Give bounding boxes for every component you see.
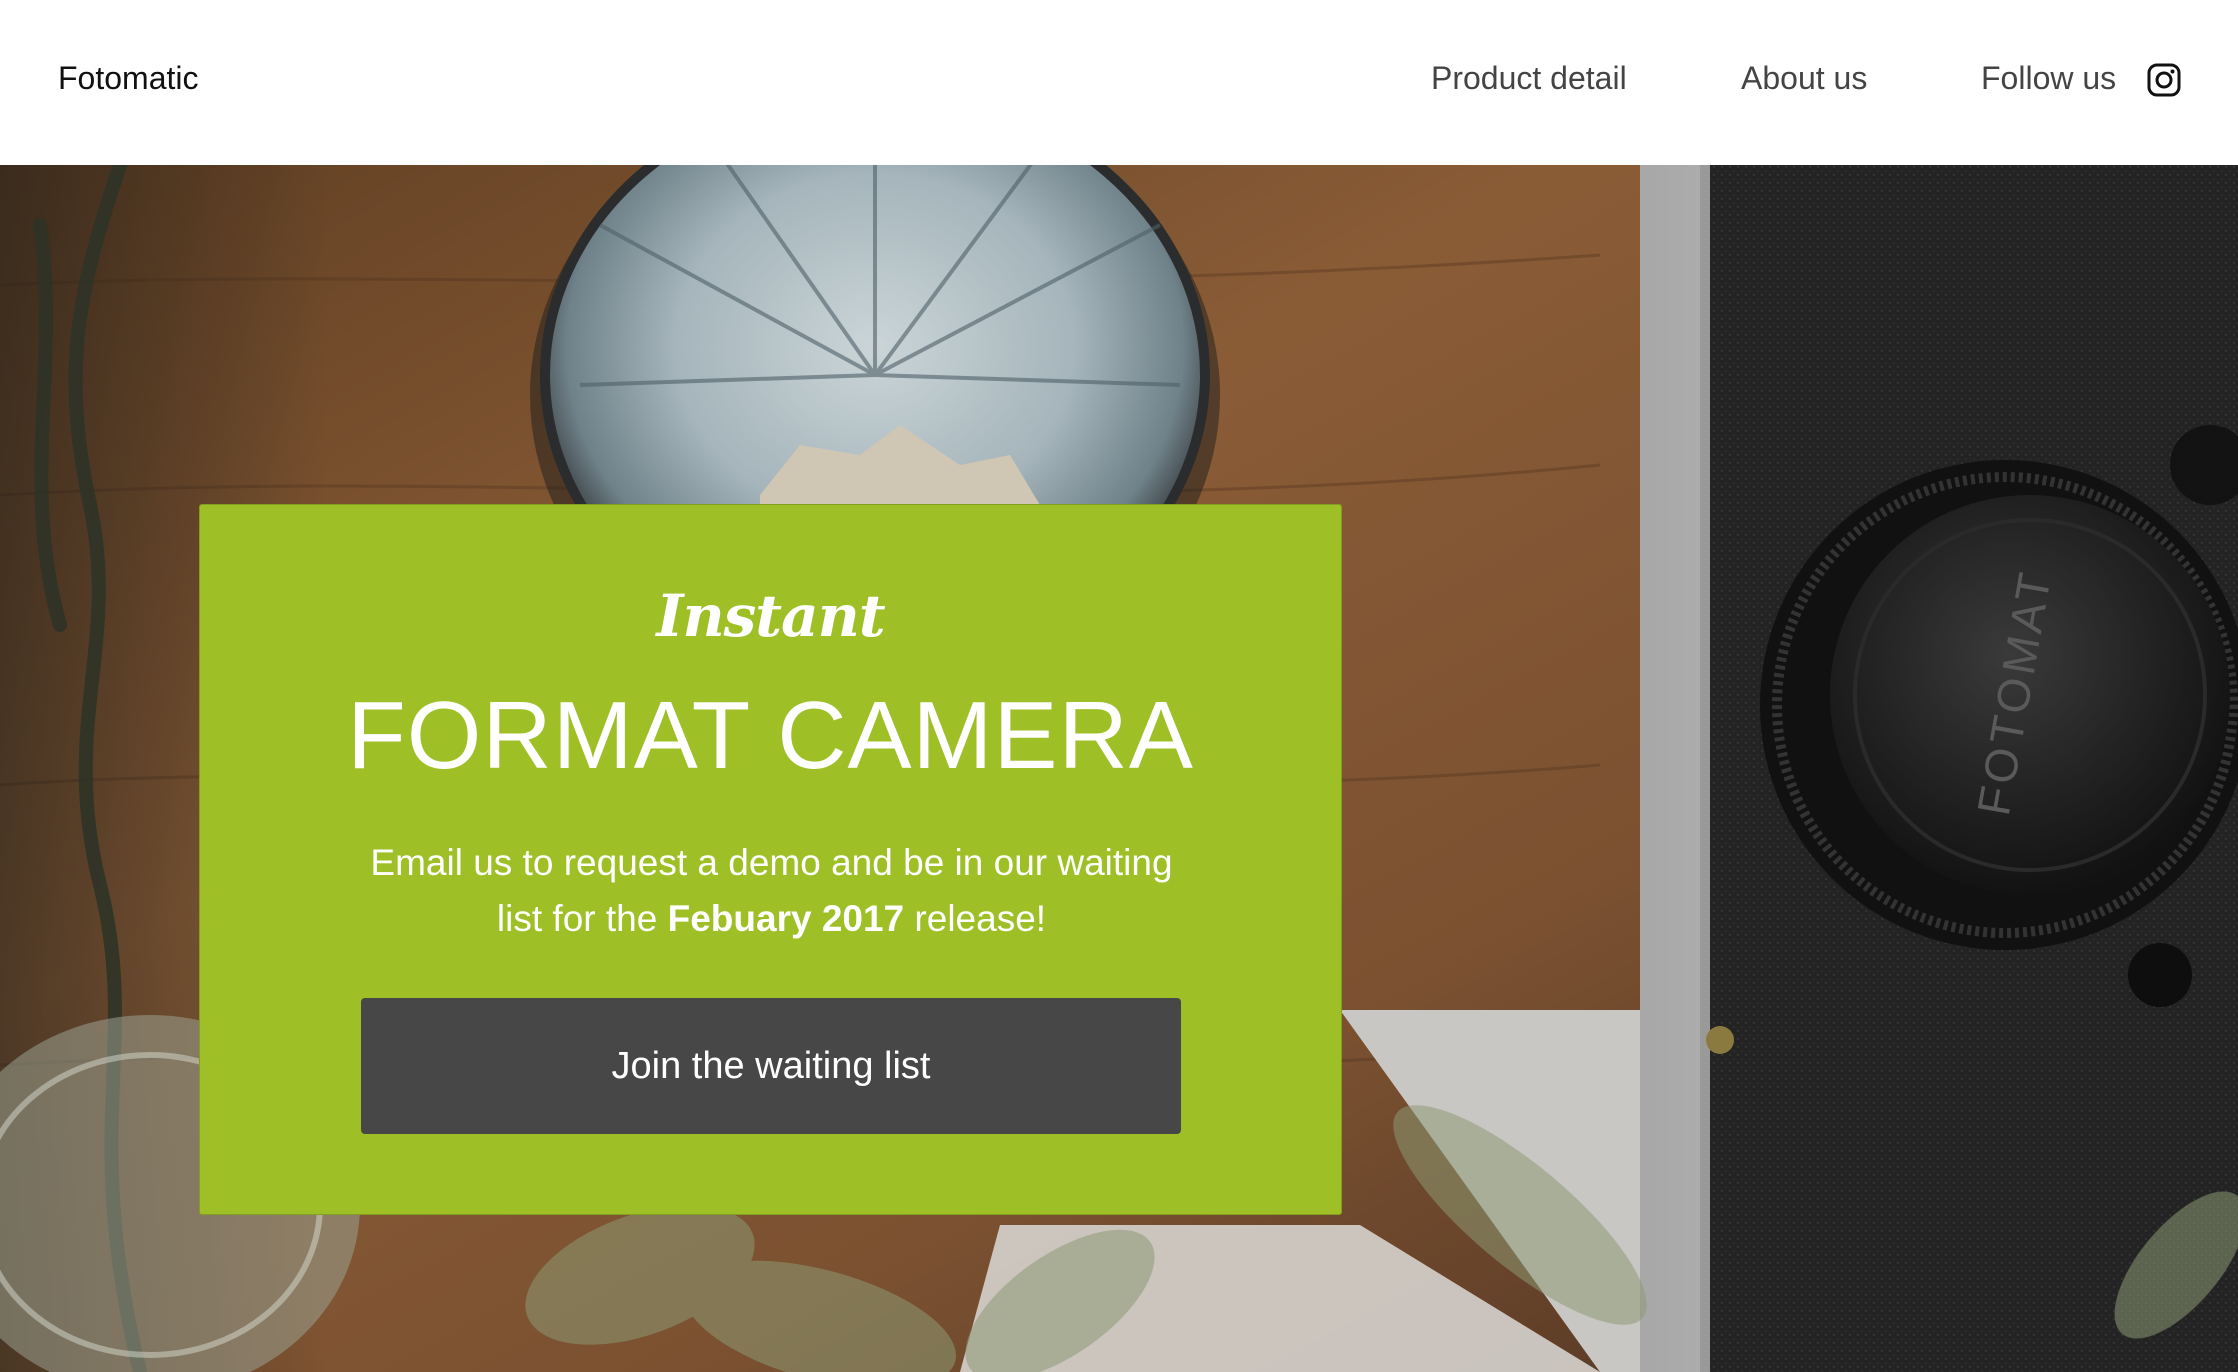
- description-text-end: release!: [904, 898, 1047, 939]
- join-waiting-list-button[interactable]: Join the waiting list: [361, 998, 1181, 1134]
- release-date: Febuary 2017: [667, 898, 905, 939]
- script-title: Instant: [656, 582, 885, 650]
- nav-product-detail[interactable]: Product detail: [1431, 58, 1627, 98]
- nav-about-us[interactable]: About us: [1741, 58, 1867, 98]
- nav-follow-us[interactable]: Follow us: [1981, 58, 2116, 98]
- hero-description: Email us to request a demo and be in our…: [350, 835, 1193, 947]
- hero-title: FORMAT CAMERA: [347, 682, 1194, 789]
- hero-section: FOTOMAT Instant FORMAT CAMERA Email us t…: [0, 165, 2238, 1372]
- site-header: Fotomatic Product detail About us Follow…: [0, 0, 2238, 165]
- brand-logo-text[interactable]: Fotomatic: [58, 58, 198, 98]
- cta-card: Instant FORMAT CAMERA Email us to reques…: [199, 504, 1342, 1215]
- instagram-icon[interactable]: [2147, 63, 2181, 97]
